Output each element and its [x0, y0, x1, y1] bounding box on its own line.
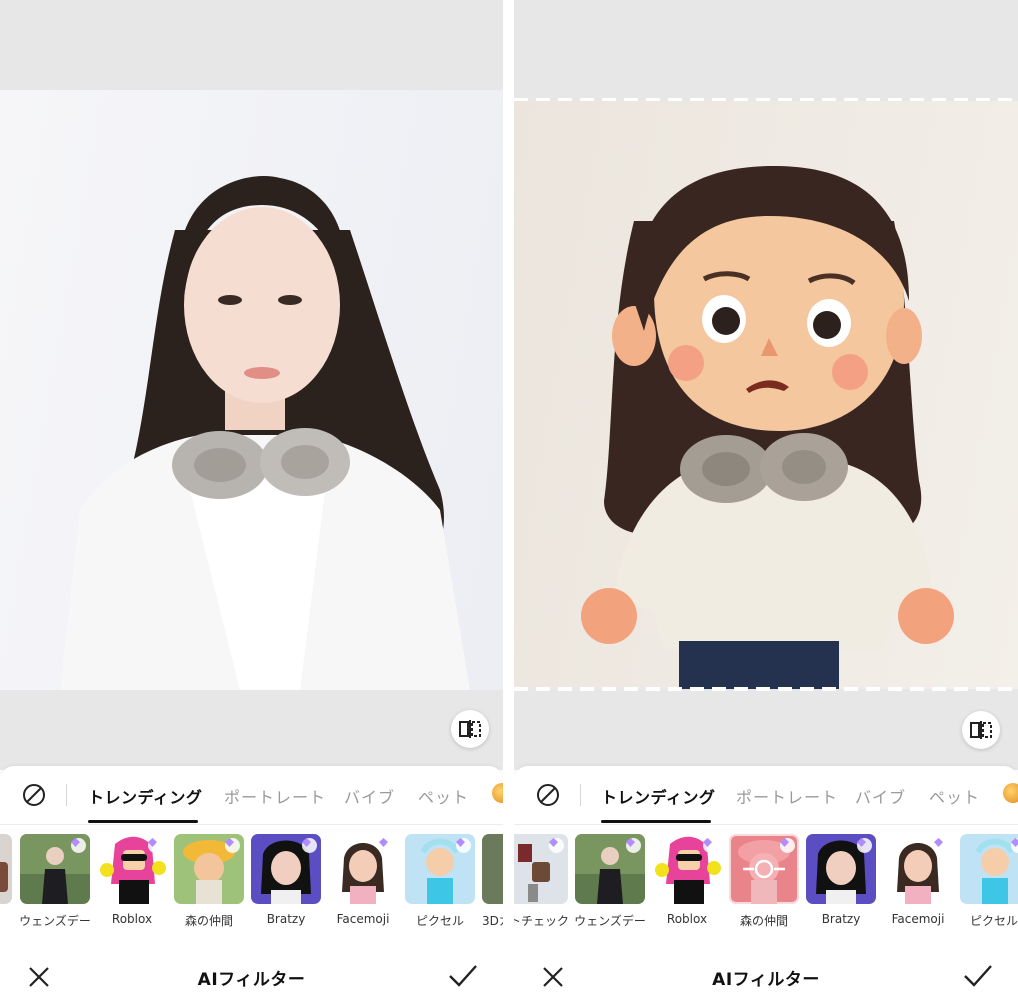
editor-panel-filtered: トレンディング ポートレート バイブ ペット ットチェック ウェンズデー	[514, 0, 1018, 1004]
filter-thumbnail	[20, 834, 90, 904]
filter-thumbnail	[174, 834, 244, 904]
tab-vibe[interactable]: バイブ	[855, 784, 906, 808]
filter-item-selected[interactable]: 森の仲間	[729, 834, 799, 928]
checkmark-icon[interactable]	[962, 962, 994, 990]
active-tab-indicator	[601, 820, 711, 823]
filter-thumbnail	[328, 834, 398, 904]
filter-thumbnail	[0, 834, 12, 904]
no-filter-icon[interactable]	[22, 783, 46, 807]
filter-item[interactable]: Roblox	[652, 834, 722, 926]
filter-list: チェック ウェンズデー Roblox	[0, 834, 503, 934]
premium-gem-icon	[71, 838, 86, 853]
screen-title: AIフィルター	[712, 970, 820, 990]
filter-item[interactable]: Roblox	[97, 834, 167, 926]
filter-item[interactable]: 3Dカ	[482, 834, 503, 928]
premium-gem-icon	[703, 838, 718, 853]
premium-gem-icon	[148, 838, 163, 853]
tab-pet[interactable]: ペット	[418, 784, 469, 808]
compare-icon	[970, 721, 992, 739]
premium-gem-icon	[934, 838, 949, 853]
filter-list: ットチェック ウェンズデー Roblox	[514, 834, 1018, 934]
premium-gem-icon	[379, 838, 394, 853]
filter-thumbnail	[251, 834, 321, 904]
filter-label: 3Dカ	[482, 914, 503, 928]
filter-thumbnail	[652, 834, 722, 904]
filter-item[interactable]: Facemoji	[883, 834, 953, 926]
no-filter-icon[interactable]	[536, 783, 560, 807]
premium-gem-icon	[780, 838, 795, 853]
premium-gem-icon	[549, 838, 564, 853]
filter-thumbnail	[405, 834, 475, 904]
filter-item[interactable]: ウェンズデー	[19, 834, 91, 928]
tab-divider	[580, 784, 581, 806]
checkmark-icon[interactable]	[447, 962, 479, 990]
premium-gem-icon	[302, 838, 317, 853]
tab-divider	[66, 784, 67, 806]
editor-panel-original: トレンディング ポートレート バイブ ペット チェック ウェンズデー	[0, 0, 503, 1004]
category-tabs: トレンディング ポートレート バイブ ペット	[514, 766, 1018, 825]
tab-pet[interactable]: ペット	[929, 784, 980, 808]
canvas-area	[0, 0, 503, 770]
premium-gem-icon	[225, 838, 240, 853]
tab-trending[interactable]: トレンディング	[601, 784, 715, 808]
bottom-toolbar: AIフィルター	[514, 954, 1018, 1000]
filter-label: ピクセル	[969, 914, 1018, 928]
premium-gem-icon	[626, 838, 641, 853]
active-tab-indicator	[88, 820, 198, 823]
crop-dashed-line-bottom	[514, 687, 1018, 691]
tab-portrait[interactable]: ポートレート	[224, 784, 326, 808]
tab-portrait[interactable]: ポートレート	[736, 784, 838, 808]
filter-item[interactable]: ットチェック	[514, 834, 569, 928]
compare-button[interactable]	[451, 710, 489, 748]
portrait-photo-image	[60, 176, 470, 690]
filter-thumbnail	[806, 834, 876, 904]
cartoon-character-image	[581, 166, 954, 689]
premium-gem-icon	[456, 838, 471, 853]
filter-thumbnail	[883, 834, 953, 904]
compare-button[interactable]	[962, 711, 1000, 749]
tab-trending[interactable]: トレンディング	[88, 784, 202, 808]
canvas-area	[514, 0, 1018, 770]
filter-sheet: トレンディング ポートレート バイブ ペット ットチェック ウェンズデー	[514, 766, 1018, 1004]
compare-icon	[459, 720, 481, 738]
filter-item[interactable]: Bratzy	[251, 834, 321, 926]
filter-item[interactable]: ウェンズデー	[574, 834, 646, 928]
filter-item[interactable]: Bratzy	[806, 834, 876, 926]
tab-more-icon[interactable]	[492, 783, 503, 803]
filter-thumbnail	[729, 834, 799, 904]
filter-sheet: トレンディング ポートレート バイブ ペット チェック ウェンズデー	[0, 766, 503, 1004]
filter-thumbnail	[482, 834, 503, 904]
filter-thumbnail	[97, 834, 167, 904]
tab-vibe[interactable]: バイブ	[344, 784, 395, 808]
filtered-photo	[514, 101, 1018, 689]
filter-thumbnail	[960, 834, 1018, 904]
filter-item[interactable]: チェック	[0, 834, 12, 928]
filter-item[interactable]: 森の仲間	[174, 834, 244, 928]
filter-thumbnail	[514, 834, 568, 904]
filter-item[interactable]: Facemoji	[328, 834, 398, 926]
tab-more-icon[interactable]	[1003, 783, 1018, 803]
bottom-toolbar: AIフィルター	[0, 954, 503, 1000]
filter-thumbnail	[575, 834, 645, 904]
filter-item[interactable]: ピクセル	[960, 834, 1018, 928]
premium-gem-icon	[857, 838, 872, 853]
screen-title: AIフィルター	[197, 970, 306, 990]
filter-label: ピクセル	[415, 914, 464, 928]
category-tabs: トレンディング ポートレート バイブ ペット	[0, 766, 503, 825]
filter-item[interactable]: ピクセル	[405, 834, 475, 928]
original-photo	[0, 90, 503, 690]
